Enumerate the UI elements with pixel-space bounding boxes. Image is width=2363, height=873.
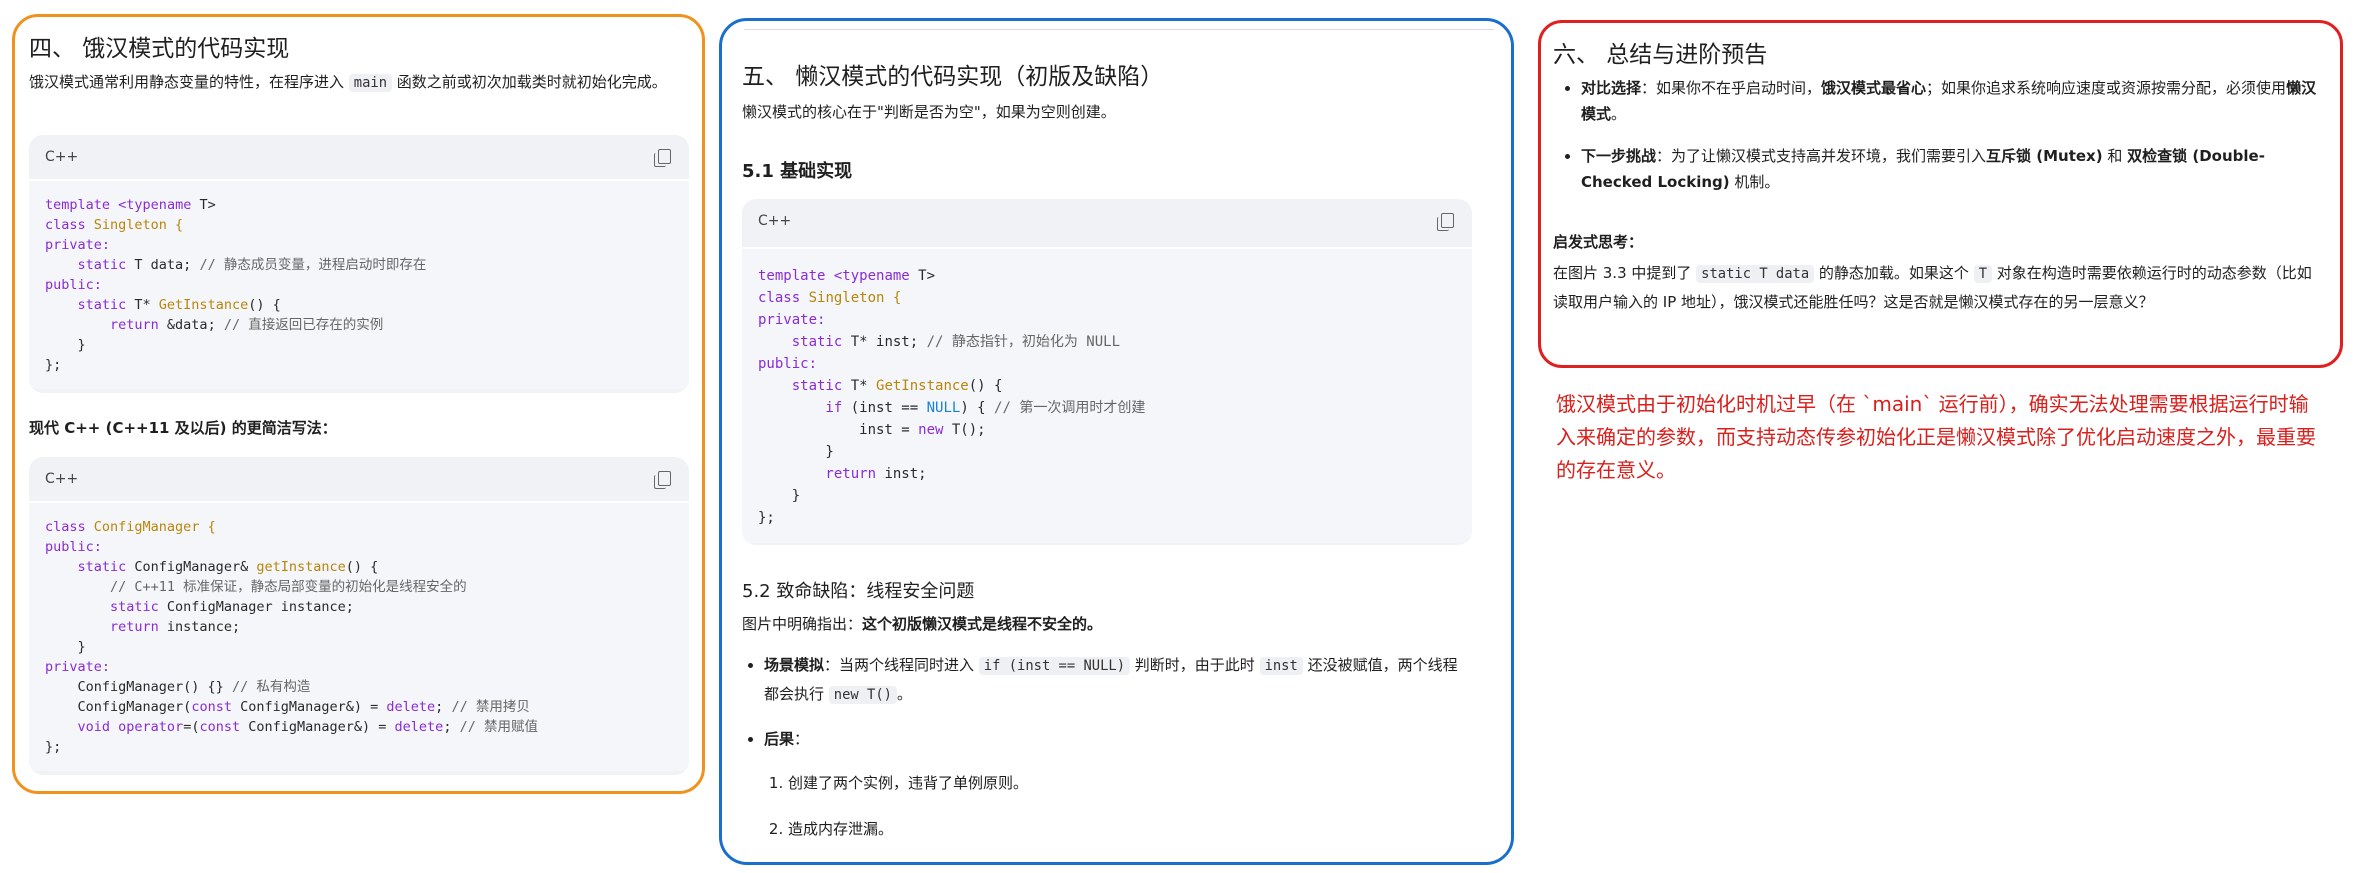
section-title: 五、 懒汉模式的代码实现（初版及缺陷） bbox=[742, 64, 1164, 90]
summary-list: 对比选择：如果你不在乎启动时间，饿汉模式最省心；如果你追求系统响应速度或资源按需… bbox=[1559, 75, 2319, 211]
section-intro: 懒汉模式的核心在于"判断是否为空"，如果为空则创建。 bbox=[742, 103, 1116, 121]
copy-icon[interactable] bbox=[654, 471, 671, 489]
panel-lazy-mode: 五、 懒汉模式的代码实现（初版及缺陷） 懒汉模式的核心在于"判断是否为空"，如果… bbox=[719, 18, 1514, 865]
code-language-label: C++ bbox=[45, 149, 79, 165]
code-body: template <typename T> class Singleton { … bbox=[29, 179, 689, 389]
section-title: 六、 总结与进阶预告 bbox=[1553, 42, 1768, 68]
list-item: 对比选择：如果你不在乎启动时间，饿汉模式最省心；如果你追求系统响应速度或资源按需… bbox=[1581, 75, 2319, 127]
list-item: 场景模拟：当两个线程同时进入 if (inst == NULL) 判断时，由于此… bbox=[764, 651, 1472, 709]
modern-heading: 现代 C++ (C++11 及以后) 的更简洁写法： bbox=[29, 419, 337, 437]
subsection-text: 5.2 致命缺陷：线程安全问题 bbox=[742, 581, 975, 602]
code-header: C++ bbox=[29, 457, 689, 501]
panel-summary: 六、 总结与进阶预告 对比选择：如果你不在乎启动时间，饿汉模式最省心；如果你追求… bbox=[1538, 20, 2343, 368]
code-body: class ConfigManager { public: static Con… bbox=[29, 501, 689, 771]
defect-list: 场景模拟：当两个线程同时进入 if (inst == NULL) 判断时，由于此… bbox=[742, 651, 1472, 861]
divider bbox=[744, 29, 1494, 30]
list-item: 后果： bbox=[764, 725, 1472, 753]
code-text: class ConfigManager { public: static Con… bbox=[45, 519, 538, 755]
list-item: 下一步挑战：为了让懒汉模式支持高并发环境，我们需要引入互斥锁 (Mutex) 和… bbox=[1581, 143, 2319, 195]
inline-code: main bbox=[348, 74, 393, 92]
code-header: C++ bbox=[742, 199, 1472, 247]
consequence-list: 创建了两个实例，违背了单例原则。 造成内存泄漏。 bbox=[742, 769, 1472, 843]
intro-text: 函数之前或初次加载类时就初始化完成。 bbox=[392, 73, 667, 91]
copy-icon[interactable] bbox=[1437, 213, 1454, 231]
list-item: 创建了两个实例，违背了单例原则。 bbox=[788, 769, 1472, 797]
code-block-lazy: C++ template <typename T> class Singleto… bbox=[742, 199, 1472, 545]
code-language-label: C++ bbox=[758, 213, 792, 229]
think-text: 在图片 3.3 中提到了 static T data 的静态加载。如果这个 T … bbox=[1553, 264, 2312, 311]
defect-statement: 图片中明确指出：这个初版懒汉模式是线程不安全的。 bbox=[742, 613, 1102, 634]
defect-text: 这个初版懒汉模式是线程不安全的。 bbox=[862, 615, 1103, 633]
section-title: 四、 饿汉模式的代码实现 bbox=[29, 36, 290, 62]
intro-text: 饿汉模式通常利用静态变量的特性，在程序进入 bbox=[29, 73, 349, 91]
code-text: template <typename T> class Singleton { … bbox=[758, 268, 1146, 526]
code-body: template <typename T> class Singleton { … bbox=[742, 247, 1472, 543]
defect-label: 图片中明确指出： bbox=[742, 615, 863, 633]
subsection-title: 5.1 基础实现 bbox=[742, 161, 853, 182]
code-language-label: C++ bbox=[45, 471, 79, 487]
list-item: 造成内存泄漏。 bbox=[788, 815, 1472, 843]
subsection-title: 5.2 致命缺陷：线程安全问题 bbox=[742, 577, 974, 603]
code-block-1: C++ template <typename T> class Singleto… bbox=[29, 135, 689, 393]
think-heading: 启发式思考： bbox=[1553, 233, 1644, 251]
code-block-2: C++ class ConfigManager { public: static… bbox=[29, 457, 689, 775]
handwritten-annotation: 饿汉模式由于初始化时机过早（在 `main` 运行前），确实无法处理需要根据运行… bbox=[1556, 392, 2316, 482]
copy-icon[interactable] bbox=[654, 149, 671, 167]
code-text: template <typename T> class Singleton { … bbox=[45, 197, 427, 373]
code-header: C++ bbox=[29, 135, 689, 179]
section-intro: 饿汉模式通常利用静态变量的特性，在程序进入 main 函数之前或初次加载类时就初… bbox=[29, 69, 689, 96]
panel-eager-mode: 四、 饿汉模式的代码实现 饿汉模式通常利用静态变量的特性，在程序进入 main … bbox=[12, 14, 705, 794]
